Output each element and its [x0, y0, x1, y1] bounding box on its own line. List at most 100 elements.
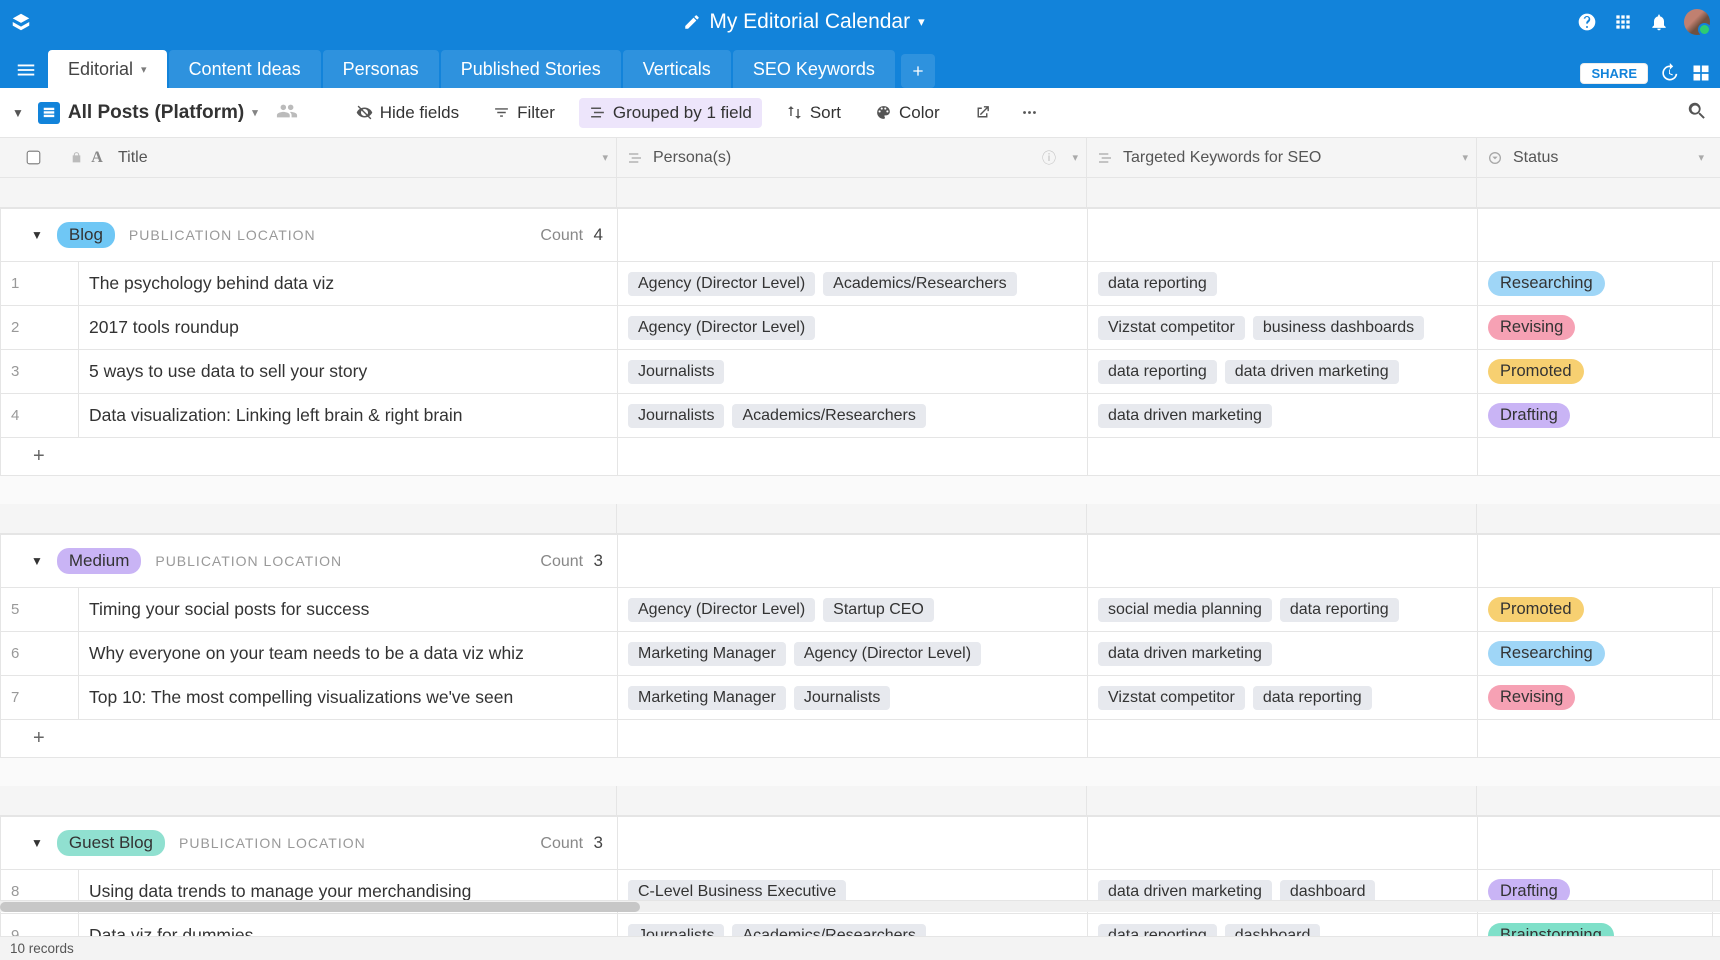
tab-label: Published Stories — [461, 59, 601, 80]
chevron-down-icon[interactable]: ▾ — [602, 151, 608, 164]
cell-title[interactable]: Timing your social posts for success — [79, 588, 618, 631]
table-row[interactable]: 35 ways to use data to sell your storyJo… — [1, 349, 1720, 393]
cell-status[interactable]: Researching — [1478, 632, 1713, 675]
cell-persona[interactable]: Marketing ManagerJournalists — [618, 676, 1088, 719]
apps-grid-icon[interactable] — [1612, 11, 1634, 33]
table-row[interactable]: 1The psychology behind data vizAgency (D… — [1, 261, 1720, 305]
seo-tag: data reporting — [1098, 360, 1217, 384]
share-button[interactable]: SHARE — [1580, 63, 1648, 84]
hide-fields-button[interactable]: Hide fields — [346, 98, 469, 128]
tab-published-stories[interactable]: Published Stories — [441, 50, 621, 88]
status-pill: Revising — [1488, 315, 1575, 340]
cell-seo[interactable]: data reportingdata driven marketing — [1088, 350, 1478, 393]
tab-editorial[interactable]: Editorial▾ — [48, 50, 167, 88]
cell-persona[interactable]: Agency (Director Level) — [618, 306, 1088, 349]
collapse-toggle[interactable]: ▼ — [31, 228, 43, 242]
more-options-button[interactable] — [1015, 99, 1044, 126]
cell-persona[interactable]: Journalists — [618, 350, 1088, 393]
table-row[interactable]: 6Why everyone on your team needs to be a… — [1, 631, 1720, 675]
collapse-toggle[interactable]: ▼ — [31, 836, 43, 850]
sort-button[interactable]: Sort — [776, 98, 851, 128]
table-row[interactable]: 9Data viz for dummiesJournalistsAcademic… — [1, 913, 1720, 936]
cell-status[interactable]: Promoted — [1478, 588, 1713, 631]
group-meta-label: PUBLICATION LOCATION — [179, 835, 366, 851]
cell-title[interactable]: 5 ways to use data to sell your story — [79, 350, 618, 393]
add-record-button[interactable]: + — [1, 438, 618, 475]
group-pill: Guest Blog — [57, 830, 165, 856]
cell-persona[interactable]: JournalistsAcademics/Researchers — [618, 914, 1088, 936]
share-view-button[interactable] — [964, 99, 1001, 126]
persona-tag: Journalists — [794, 686, 890, 710]
cell-status[interactable]: Brainstorming — [1478, 914, 1713, 936]
table-row[interactable]: 7Top 10: The most compelling visualizati… — [1, 675, 1720, 719]
cell-persona[interactable]: JournalistsAcademics/Researchers — [618, 394, 1088, 437]
cell-persona[interactable]: Agency (Director Level)Startup CEO — [618, 588, 1088, 631]
color-button[interactable]: Color — [865, 98, 950, 128]
column-title[interactable]: Title ▾ — [108, 138, 617, 177]
seo-tag: Vizstat competitor — [1098, 316, 1245, 340]
seo-tag: data driven marketing — [1098, 642, 1272, 666]
cell-seo[interactable]: data reportingdashboard — [1088, 914, 1478, 936]
blocks-icon[interactable] — [1690, 62, 1712, 84]
tab-content-ideas[interactable]: Content Ideas — [169, 50, 321, 88]
collapse-toggle[interactable]: ▼ — [31, 554, 43, 568]
cell-seo[interactable]: Vizstat competitorbusiness dashboards — [1088, 306, 1478, 349]
app-logo-icon[interactable] — [10, 11, 32, 33]
cell-title[interactable]: The psychology behind data viz — [79, 262, 618, 305]
tab-seo-keywords[interactable]: SEO Keywords — [733, 50, 895, 88]
cell-title[interactable]: Why everyone on your team needs to be a … — [79, 632, 618, 675]
cell-seo[interactable]: data driven marketing — [1088, 394, 1478, 437]
menu-icon[interactable] — [8, 52, 44, 88]
cell-status[interactable]: Revising — [1478, 676, 1713, 719]
table-row[interactable]: 5Timing your social posts for successAge… — [1, 587, 1720, 631]
add-table-button[interactable] — [901, 54, 935, 88]
avatar[interactable] — [1684, 9, 1710, 35]
chevron-down-icon[interactable]: ▾ — [1462, 151, 1468, 164]
cell-seo[interactable]: Vizstat competitordata reporting — [1088, 676, 1478, 719]
group-spacer — [0, 178, 1720, 208]
current-view[interactable]: All Posts (Platform) ▾ — [38, 102, 258, 124]
cell-title[interactable]: Data visualization: Linking left brain &… — [79, 394, 618, 437]
table-row[interactable]: 22017 tools roundupAgency (Director Leve… — [1, 305, 1720, 349]
chevron-down-icon: ▾ — [918, 14, 925, 30]
cell-status[interactable]: Researching — [1478, 262, 1713, 305]
help-icon[interactable] — [1576, 11, 1598, 33]
group-button[interactable]: Grouped by 1 field — [579, 98, 762, 128]
cell-title[interactable]: 2017 tools roundup — [79, 306, 618, 349]
tab-personas[interactable]: Personas — [323, 50, 439, 88]
table-row[interactable]: 4Data visualization: Linking left brain … — [1, 393, 1720, 437]
column-status[interactable]: Status ▾ — [1477, 138, 1712, 177]
cell-status[interactable]: Revising — [1478, 306, 1713, 349]
search-icon[interactable] — [1686, 100, 1708, 126]
cell-seo[interactable]: social media planningdata reporting — [1088, 588, 1478, 631]
seo-tag: data reporting — [1098, 924, 1217, 937]
cell-persona[interactable]: Agency (Director Level)Academics/Researc… — [618, 262, 1088, 305]
chevron-down-icon[interactable]: ▾ — [1072, 151, 1078, 164]
add-record-button[interactable]: + — [1, 720, 618, 757]
cell-status[interactable]: Drafting — [1478, 394, 1713, 437]
group-meta-label: PUBLICATION LOCATION — [155, 553, 342, 569]
notifications-icon[interactable] — [1648, 11, 1670, 33]
tab-verticals[interactable]: Verticals — [623, 50, 731, 88]
views-menu-toggle[interactable]: ▼ — [12, 106, 24, 120]
info-icon[interactable]: ⓘ — [1042, 148, 1056, 168]
cell-seo[interactable]: data driven marketing — [1088, 632, 1478, 675]
cell-title[interactable]: Top 10: The most compelling visualizatio… — [79, 676, 618, 719]
cell-seo[interactable]: data reporting — [1088, 262, 1478, 305]
filter-button[interactable]: Filter — [483, 98, 565, 128]
select-all-checkbox[interactable] — [27, 151, 41, 165]
column-seo[interactable]: Targeted Keywords for SEO ▾ — [1087, 138, 1477, 177]
cell-status[interactable]: Promoted — [1478, 350, 1713, 393]
persona-tag: Academics/Researchers — [823, 272, 1016, 296]
chevron-down-icon[interactable]: ▾ — [1698, 151, 1704, 164]
collaborators-icon[interactable] — [276, 100, 298, 126]
history-icon[interactable] — [1658, 62, 1680, 84]
cell-title[interactable]: Data viz for dummies — [79, 914, 618, 936]
add-record-row: + — [1, 437, 1720, 475]
base-title[interactable]: My Editorial Calendar ▾ — [683, 10, 924, 34]
scrollbar-thumb[interactable] — [0, 902, 640, 912]
group-pill: Blog — [57, 222, 115, 248]
horizontal-scrollbar[interactable] — [0, 900, 1720, 912]
column-persona[interactable]: Persona(s) ⓘ ▾ — [617, 138, 1087, 177]
cell-persona[interactable]: Marketing ManagerAgency (Director Level) — [618, 632, 1088, 675]
